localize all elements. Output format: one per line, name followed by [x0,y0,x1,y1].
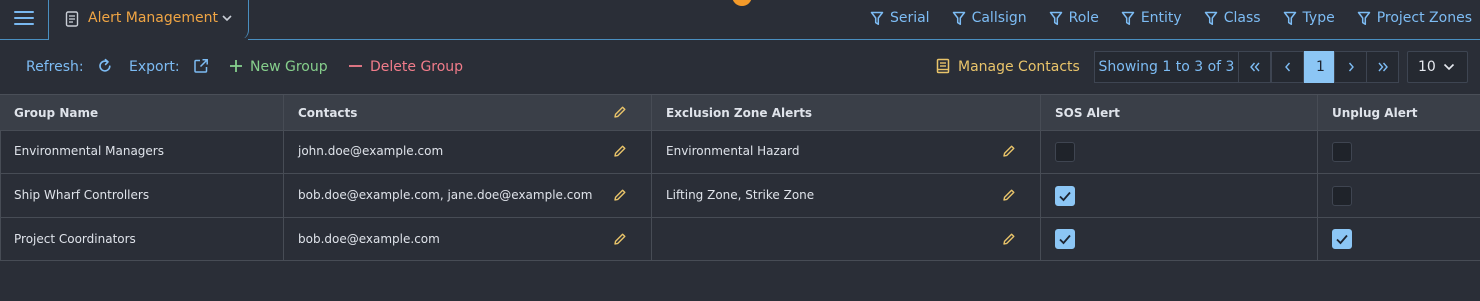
next-page-button[interactable] [1334,51,1367,83]
double-chevron-left-icon [1249,62,1260,72]
filter-callsign[interactable]: Callsign [952,10,1027,26]
chevron-left-icon [1284,62,1290,72]
book-icon [936,58,950,74]
cell-exclusion-zones [652,218,1041,261]
column-header-exclusion-zone-alerts[interactable]: Exclusion Zone Alerts [652,95,1041,131]
filter-label: Class [1223,10,1261,26]
unplug-alert-checkbox[interactable] [1332,186,1352,206]
tab-alert-management[interactable]: Alert Management [48,0,249,40]
filter-label: Project Zones [1376,10,1472,26]
minus-icon [349,65,362,67]
cell-exclusion-zones: Environmental Hazard [652,130,1041,174]
filter-entity[interactable]: Entity [1121,10,1182,26]
chevron-down-icon[interactable] [221,14,233,22]
new-group-label: New Group [250,59,328,75]
sos-alert-checkbox[interactable] [1055,229,1075,249]
filter-icon [870,11,884,25]
pencil-icon[interactable] [613,232,627,246]
tab-title: Alert Management [88,10,218,26]
table-header: Group Name Contacts Exclusion Zone Alert… [0,94,1480,131]
page-size-value: 10 [1418,59,1436,75]
document-icon [65,11,79,27]
check-icon [1059,234,1071,245]
filter-serial[interactable]: Serial [870,10,930,26]
pager-info: Showing 1 to 3 of 3 [1094,51,1238,83]
pencil-icon[interactable] [613,188,627,202]
pencil-icon[interactable] [613,105,627,119]
pencil-icon[interactable] [1002,232,1016,246]
column-header-group-name[interactable]: Group Name [0,95,284,131]
manage-contacts-label: Manage Contacts [958,59,1080,75]
sos-alert-checkbox[interactable] [1055,142,1075,162]
filter-icon [1049,11,1062,25]
double-chevron-right-icon [1377,62,1388,72]
first-page-button[interactable] [1238,51,1271,83]
chevron-down-icon [1443,63,1455,71]
cell-sos-alert [1041,218,1318,261]
pencil-icon[interactable] [613,144,627,158]
pencil-icon[interactable] [1002,188,1016,202]
refresh-icon[interactable] [97,58,113,74]
pencil-icon[interactable] [1002,144,1016,158]
cell-group-name: Environmental Managers [0,130,284,174]
plus-icon [230,60,242,72]
filter-label: Type [1302,10,1335,26]
filter-label: Callsign [971,10,1027,26]
filter-project-zones[interactable]: Project Zones [1357,10,1472,26]
check-icon [1336,234,1348,245]
page-button-current[interactable]: 1 [1304,51,1337,83]
notification-dot [732,0,752,6]
filter-icon [1283,11,1296,25]
cell-exclusion-zones: Lifting Zone, Strike Zone [652,174,1041,218]
unplug-alert-checkbox[interactable] [1332,229,1352,249]
filter-class[interactable]: Class [1204,10,1261,26]
sos-alert-checkbox[interactable] [1055,186,1075,206]
check-icon [1059,191,1071,202]
cell-unplug-alert [1318,174,1480,218]
external-link-icon[interactable] [193,58,209,74]
cell-unplug-alert [1318,130,1480,174]
last-page-button[interactable] [1366,51,1399,83]
column-header-sos-alert[interactable]: SOS Alert [1041,95,1318,131]
toolbar: Refresh: Export: New Group Delete Group … [0,41,1480,94]
cell-unplug-alert [1318,218,1480,261]
page-size-select[interactable]: 10 [1407,51,1468,83]
filter-icon [952,11,965,25]
filter-label: Entity [1140,10,1182,26]
delete-group-label: Delete Group [370,59,464,75]
top-bar: Alert Management Serial Callsign Role En… [0,0,1480,40]
filter-bar: Serial Callsign Role Entity Class Type P… [848,10,1472,26]
cell-contacts: bob.doe@example.com [284,218,652,261]
cell-contacts: john.doe@example.com [284,130,652,174]
filter-label: Role [1068,10,1099,26]
cell-sos-alert [1041,130,1318,174]
cell-sos-alert [1041,174,1318,218]
unplug-alert-checkbox[interactable] [1332,142,1352,162]
prev-page-button[interactable] [1271,51,1304,83]
filter-icon [1357,11,1370,25]
filter-icon [1121,11,1135,25]
cell-group-name: Project Coordinators [0,218,284,261]
filter-role[interactable]: Role [1049,10,1099,26]
chevron-right-icon [1348,62,1354,72]
export-label: Export: [129,59,180,75]
cell-contacts: bob.doe@example.com, jane.doe@example.co… [284,174,652,218]
cell-group-name: Ship Wharf Controllers [0,174,284,218]
filter-label: Serial [889,10,930,26]
hamburger-icon[interactable] [14,10,34,26]
column-header-contacts[interactable]: Contacts [284,95,652,131]
filter-type[interactable]: Type [1283,10,1335,26]
filter-icon [1204,11,1217,25]
column-header-unplug-alert[interactable]: Unplug Alert [1318,95,1480,131]
refresh-label: Refresh: [26,59,84,75]
